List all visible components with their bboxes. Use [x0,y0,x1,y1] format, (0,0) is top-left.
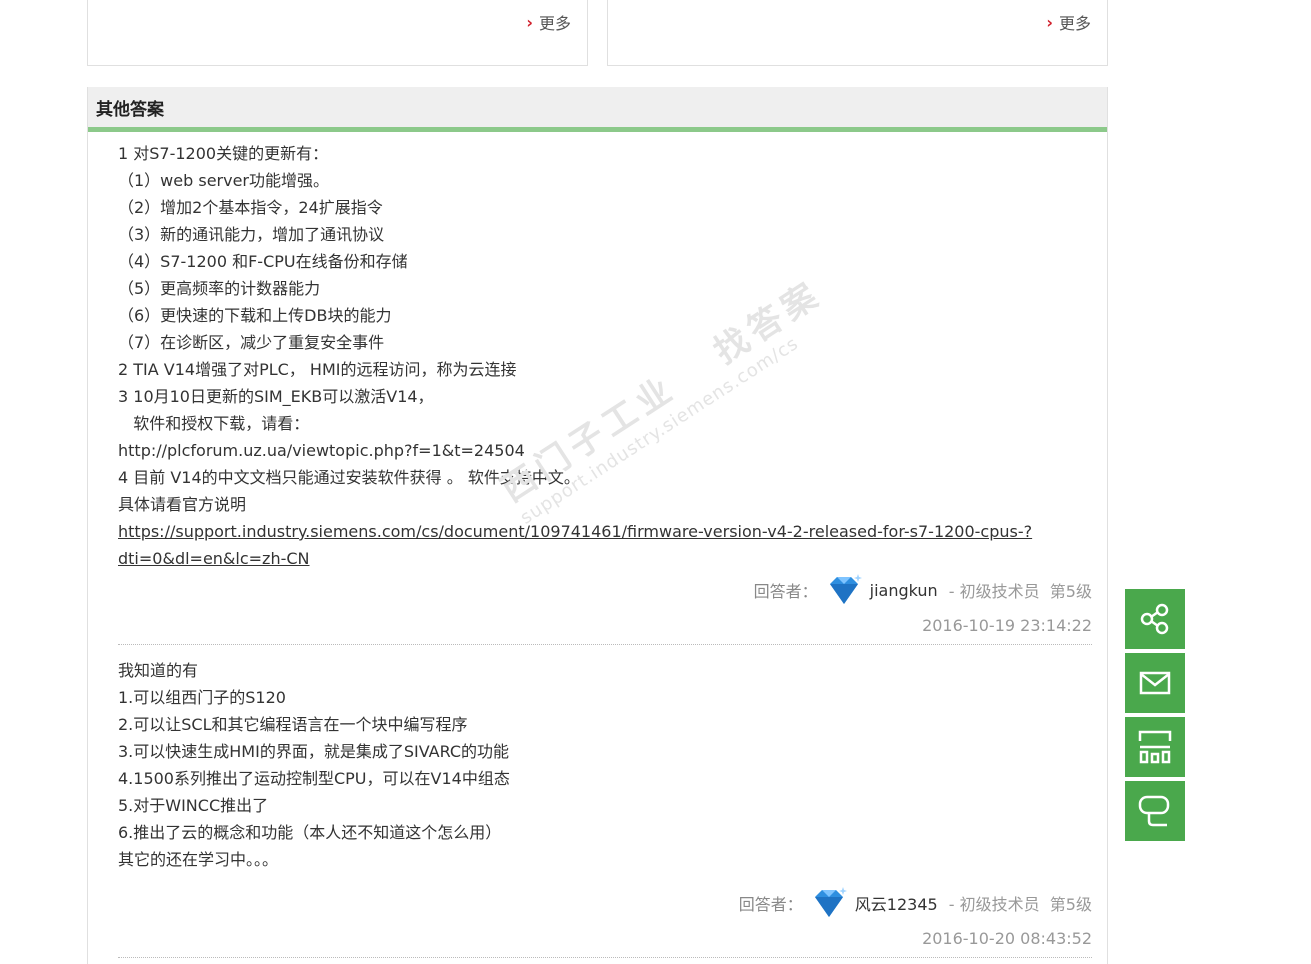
answer-body: 1 对S7-1200关键的更新有： （1）web server功能增强。 （2）… [118,132,1092,572]
feedback-icon [1138,795,1170,827]
answer-line: 1.可以组西门子的S120 [118,688,286,707]
more-label: 更多 [538,14,571,33]
answer-line: 我知道的有 [118,661,199,680]
answerer-label: 回答者： [753,582,818,601]
answer-item: 1 对S7-1200关键的更新有： （1）web server功能增强。 （2）… [118,132,1092,645]
share-button[interactable] [1125,589,1185,649]
answer-line: 2 TIA V14增强了对PLC， HMI的远程访问，称为云连接 [118,360,517,379]
answer-line: （2）增加2个基本指令，24扩展指令 [118,198,383,217]
other-answers-panel: 其他答案 1 对S7-1200关键的更新有： （1）web server功能增强… [87,87,1108,964]
mail-button[interactable] [1125,653,1185,713]
share-icon [1140,603,1169,635]
answerer-name[interactable]: jiangkun [870,581,938,600]
answer-body: 我知道的有 1.可以组西门子的S120 2.可以让SCL和其它编程语言在一个块中… [118,645,1092,873]
answer-line: 4.1500系列推出了运动控制型CPU，可以在V14中组态 [118,769,510,788]
answer-line: （1）web server功能增强。 [118,171,330,190]
answerer-label: 回答者： [738,895,803,914]
answer-line: 软件和授权下载，请看： [118,414,310,433]
answer-line: 具体请看官方说明 [118,495,247,514]
answerer-level: - 初级技术员 第5级 [943,895,1092,914]
section-title: 其他答案 [88,87,1107,132]
side-toolbar [1125,589,1185,845]
answer-line: （3）新的通讯能力，增加了通讯协议 [118,225,385,244]
answer-line: 4 目前 V14的中文文档只能通过安装软件获得 。 软件支持中文。 [118,468,580,487]
diamond-rank-icon [829,574,862,604]
chevron-right-icon: › [526,12,533,32]
related-box-right: › 更多 [607,0,1108,66]
answer-meta: 回答者： 风云12345 - 初级技术员 第5级 2016-10-20 08:4… [118,885,1092,957]
answer-meta: 回答者： jiangkun - 初级技术员 第5级 2016-10-19 23:… [118,572,1092,644]
answer-line: 6.推出了云的概念和功能（本人还不知道这个怎么用） [118,823,502,842]
siemens-support-link[interactable]: https://support.industry.siemens.com/cs/… [118,522,1032,541]
answer-line: （4）S7-1200 和F-CPU在线备份和存储 [118,252,408,271]
qrcode-icon [1138,730,1172,764]
diamond-rank-icon [814,887,847,917]
answer-line: http://plcforum.uz.ua/viewtopic.php?f=1&… [118,441,525,460]
more-link[interactable]: › 更多 [526,10,571,34]
answer-line: 3.可以快速生成HMI的界面，就是集成了SIVARC的功能 [118,742,510,761]
answer-line: 1 对S7-1200关键的更新有： [118,144,329,163]
more-label: 更多 [1058,14,1091,33]
answerer-level: - 初级技术员 第5级 [943,582,1092,601]
answer-item: 我知道的有 1.可以组西门子的S120 2.可以让SCL和其它编程语言在一个块中… [118,645,1092,958]
answer-line: 5.对于WINCC推出了 [118,796,269,815]
answer-line: 3 10月10日更新的SIM_EKB可以激活V14， [118,387,434,406]
chevron-right-icon: › [1046,12,1053,32]
answer-line: （7）在诊断区，减少了重复安全事件 [118,333,385,352]
siemens-support-link-cont[interactable]: dti=0&dl=en&lc=zh-CN [118,549,310,568]
related-box-left: › 更多 [87,0,588,66]
feedback-button[interactable] [1125,781,1185,841]
answerer-name[interactable]: 风云12345 [855,891,938,915]
answer-line: 其它的还在学习中。。。 [118,850,279,869]
mail-icon [1139,671,1171,695]
answer-line: （6）更快速的下载和上传DB块的能力 [118,306,392,325]
answer-time: 2016-10-19 23:14:22 [922,616,1092,635]
qrcode-button[interactable] [1125,717,1185,777]
answer-time: 2016-10-20 08:43:52 [922,929,1092,948]
more-link[interactable]: › 更多 [1046,10,1091,34]
answer-line: （5）更高频率的计数器能力 [118,279,321,298]
answer-line: 2.可以让SCL和其它编程语言在一个块中编写程序 [118,715,468,734]
